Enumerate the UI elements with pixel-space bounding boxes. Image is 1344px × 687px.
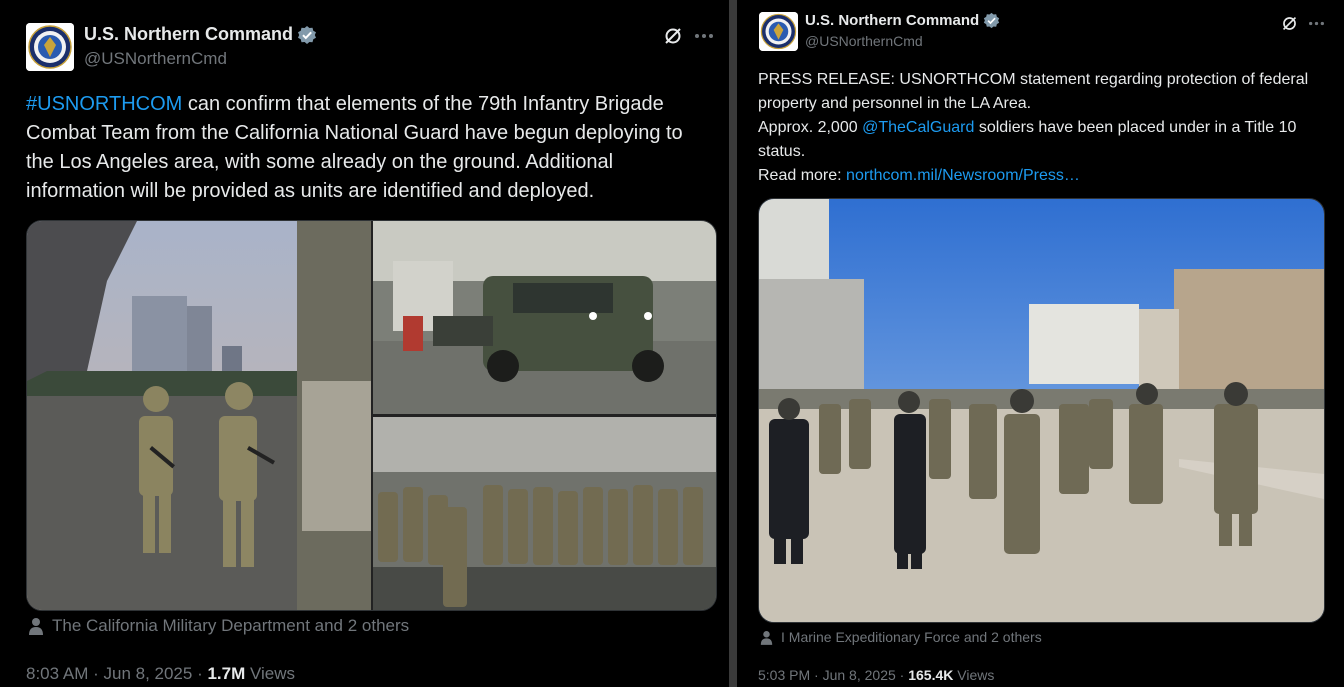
author-name-text: U.S. Northern Command (84, 24, 294, 44)
views-label: Views (957, 667, 995, 683)
tweet-right: U.S. Northern Command @USNorthernCmd PRE… (737, 0, 1344, 687)
author-avatar[interactable] (759, 12, 798, 51)
photo (758, 198, 1325, 623)
tweet-time[interactable]: 8:03 AM (26, 664, 88, 683)
press-release-link[interactable]: northcom.mil/Newsroom/Press… (846, 167, 1080, 184)
views-count: 1.7M (207, 664, 246, 683)
northcom-seal-icon (759, 12, 798, 51)
person-tag-icon (29, 618, 43, 635)
tagged-users[interactable]: I Marine Expeditionary Force and 2 other… (760, 629, 1042, 645)
author-name[interactable]: U.S. Northern Command (805, 12, 1000, 29)
mention-link[interactable]: @TheCalGuard (862, 119, 974, 136)
author-handle[interactable]: @USNorthernCmd (805, 33, 923, 49)
tweet-date[interactable]: Jun 8, 2025 (103, 664, 192, 683)
author-avatar[interactable] (26, 23, 74, 71)
views-count: 165.4K (908, 667, 954, 683)
tweet-line-1: PRESS RELEASE: USNORTHCOM statement rega… (758, 71, 1309, 112)
verified-badge-icon (983, 12, 1000, 29)
photo-soldiers-standing[interactable] (27, 221, 371, 610)
grok-icon[interactable] (661, 24, 685, 48)
tweet-line-2: Approx. 2,000 @TheCalGuard soldiers have… (758, 119, 1297, 160)
photo-military-vehicle[interactable] (373, 221, 716, 414)
author-handle[interactable]: @USNorthernCmd (84, 49, 227, 69)
photo-soldier-formation[interactable] (373, 417, 716, 610)
photo-troops-street[interactable] (759, 199, 1324, 622)
panel-divider (729, 0, 737, 687)
photo-grid (26, 220, 717, 611)
tagged-users[interactable]: The California Military Department and 2… (28, 616, 409, 636)
hashtag-link[interactable]: #USNORTHCOM (26, 93, 182, 115)
tweet-time[interactable]: 5:03 PM (758, 667, 810, 683)
verified-badge-icon (297, 25, 317, 45)
tagged-users-text: The California Military Department and 2… (52, 616, 410, 635)
author-name[interactable]: U.S. Northern Command (84, 24, 317, 45)
more-icon[interactable] (692, 24, 716, 48)
more-icon[interactable] (1305, 12, 1327, 34)
northcom-seal-icon (26, 23, 74, 71)
tweet-meta: 8:03 AM · Jun 8, 2025 · 1.7M Views (26, 664, 296, 683)
tweet-line-3: Read more: northcom.mil/Newsroom/Press… (758, 167, 1080, 184)
tweet-date[interactable]: Jun 8, 2025 (823, 667, 896, 683)
tagged-users-text: I Marine Expeditionary Force and 2 other… (781, 629, 1042, 645)
tweet-left: U.S. Northern Command @USNorthernCmd #US… (0, 0, 729, 687)
author-name-text: U.S. Northern Command (805, 12, 980, 29)
tweet-text: #USNORTHCOM can confirm that elements of… (26, 90, 716, 206)
views-label: Views (249, 664, 296, 683)
tweet-meta: 5:03 PM · Jun 8, 2025 · 165.4K Views (758, 667, 995, 683)
person-tag-icon (760, 630, 773, 645)
grok-icon[interactable] (1278, 12, 1300, 34)
tweet-text: PRESS RELEASE: USNORTHCOM statement rega… (758, 68, 1338, 188)
